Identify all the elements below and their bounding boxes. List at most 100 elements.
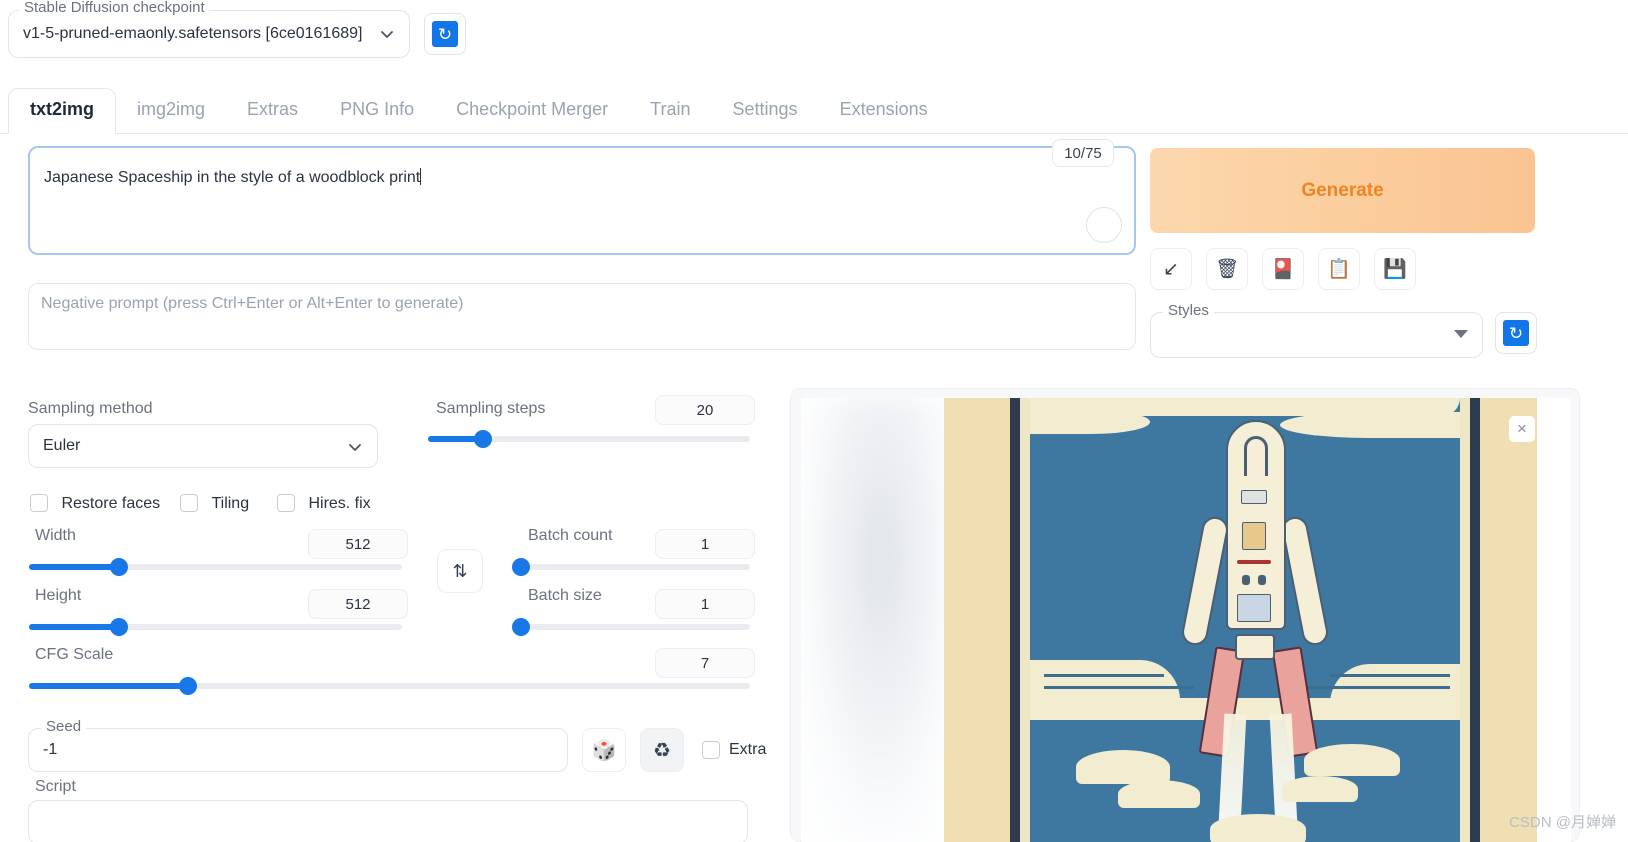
token-counter: 10/75 bbox=[1052, 139, 1114, 167]
sampling-method-label: Sampling method bbox=[28, 400, 153, 417]
height-label: Height bbox=[35, 587, 82, 604]
slider-knob[interactable] bbox=[512, 558, 530, 576]
tab-extras[interactable]: Extras bbox=[226, 89, 319, 133]
refresh-icon: ↻ bbox=[1503, 320, 1529, 346]
script-dropdown[interactable] bbox=[28, 800, 748, 842]
sampling-method-dropdown[interactable]: Euler bbox=[28, 424, 378, 468]
tab-settings[interactable]: Settings bbox=[712, 89, 819, 133]
rocket-panel bbox=[1241, 490, 1267, 504]
save-style-button[interactable]: 💾 bbox=[1374, 248, 1416, 290]
prompt-text: Japanese Spaceship in the style of a woo… bbox=[44, 168, 422, 186]
paste-clipboard-button[interactable]: 📋 bbox=[1318, 248, 1360, 290]
rocket-stripe bbox=[1237, 560, 1271, 564]
seed-row: Seed -1 🎲 ♻ Extra bbox=[28, 718, 766, 772]
refresh-icon: ↻ bbox=[432, 21, 458, 47]
close-image-button[interactable]: × bbox=[1509, 416, 1535, 442]
rocket-window bbox=[1258, 575, 1266, 585]
batch-count-slider[interactable] bbox=[512, 558, 750, 576]
cfg-scale-slider[interactable] bbox=[29, 677, 750, 695]
checkbox-box[interactable] bbox=[277, 494, 295, 512]
tab-txt2img[interactable]: txt2img bbox=[8, 88, 117, 134]
batch-size-slider[interactable] bbox=[512, 618, 750, 636]
slider-knob[interactable] bbox=[109, 558, 128, 576]
clear-prompt-button[interactable]: 🗑 bbox=[1206, 248, 1248, 290]
tab-extensions[interactable]: Extensions bbox=[819, 89, 949, 133]
sampling-steps-slider[interactable] bbox=[428, 430, 750, 448]
rocket-window bbox=[1242, 575, 1250, 585]
slider-knob[interactable] bbox=[178, 677, 197, 695]
generation-settings: Sampling method Euler Sampling steps 20 … bbox=[0, 380, 780, 842]
cfg-scale-label: CFG Scale bbox=[35, 646, 114, 663]
extra-seed-checkbox[interactable]: Extra bbox=[702, 728, 766, 772]
tab-img2img[interactable]: img2img bbox=[116, 89, 226, 133]
checkbox-box[interactable] bbox=[180, 494, 198, 512]
random-seed-button[interactable]: 🎲 bbox=[582, 728, 626, 772]
rocket-wing-left bbox=[1179, 514, 1231, 648]
prompt-tool-buttons: ↙ 🗑 🎴 📋 💾 bbox=[1150, 248, 1416, 290]
result-image-container[interactable]: × bbox=[801, 398, 1571, 842]
text-caret bbox=[420, 168, 422, 185]
horizon-line bbox=[1044, 674, 1164, 677]
slider-knob[interactable] bbox=[109, 618, 128, 636]
image-dark-border bbox=[1010, 398, 1480, 842]
generated-image[interactable] bbox=[944, 398, 1537, 842]
batch-count-label: Batch count bbox=[528, 527, 613, 544]
checkbox-box[interactable] bbox=[702, 741, 720, 759]
generate-button[interactable]: Generate bbox=[1150, 148, 1535, 233]
extra-label: Extra bbox=[729, 741, 767, 758]
image-sky bbox=[1030, 398, 1460, 842]
width-label: Width bbox=[35, 527, 76, 544]
tab-train[interactable]: Train bbox=[629, 89, 711, 133]
width-value[interactable]: 512 bbox=[308, 529, 408, 559]
sampling-steps-value[interactable]: 20 bbox=[655, 395, 755, 425]
slider-knob[interactable] bbox=[473, 430, 492, 448]
negative-prompt-input[interactable]: Negative prompt (press Ctrl+Enter or Alt… bbox=[28, 283, 1136, 350]
tab-png-info[interactable]: PNG Info bbox=[319, 89, 435, 133]
prompt-input[interactable]: Japanese Spaceship in the style of a woo… bbox=[28, 146, 1136, 255]
batch-size-value[interactable]: 1 bbox=[655, 589, 755, 619]
swap-dimensions-button[interactable]: ⇅ bbox=[437, 549, 483, 593]
main-tabs: txt2img img2img Extras PNG Info Checkpoi… bbox=[0, 82, 1628, 134]
restore-faces-checkbox[interactable]: Restore faces bbox=[30, 494, 160, 513]
slider-knob[interactable] bbox=[512, 618, 530, 636]
slider-fill bbox=[29, 624, 119, 630]
seed-input[interactable]: Seed -1 bbox=[28, 718, 568, 772]
swap-vertical-icon: ⇅ bbox=[452, 560, 468, 581]
slider-fill bbox=[29, 564, 119, 570]
rocket-panel bbox=[1242, 522, 1266, 550]
batch-count-value[interactable]: 1 bbox=[655, 529, 755, 559]
height-slider[interactable] bbox=[29, 618, 402, 636]
restore-progress-icon: ↙ bbox=[1163, 258, 1179, 280]
tab-checkpoint-merger[interactable]: Checkpoint Merger bbox=[435, 89, 629, 133]
bottom-cloud bbox=[1118, 780, 1200, 808]
hires-fix-checkbox[interactable]: Hires. fix bbox=[277, 494, 371, 513]
rocket-nose-arc bbox=[1244, 436, 1268, 476]
height-value[interactable]: 512 bbox=[308, 589, 408, 619]
cfg-scale-value[interactable]: 7 bbox=[655, 648, 755, 678]
refresh-checkpoint-button[interactable]: ↻ bbox=[424, 13, 466, 55]
restore-faces-label: Restore faces bbox=[61, 495, 161, 512]
width-slider[interactable] bbox=[29, 558, 402, 576]
bottom-cloud bbox=[1304, 744, 1400, 776]
dice-icon: 🎲 bbox=[591, 739, 617, 762]
checkpoint-label: Stable Diffusion checkpoint bbox=[19, 0, 210, 16]
refresh-styles-button[interactable]: ↻ bbox=[1495, 312, 1537, 354]
styles-dropdown[interactable]: Styles bbox=[1150, 302, 1483, 358]
cloud-band bbox=[1280, 412, 1460, 438]
batch-size-label: Batch size bbox=[528, 587, 602, 604]
tiling-label: Tiling bbox=[211, 495, 250, 512]
rocket-wing-right bbox=[1279, 514, 1331, 648]
restore-progress-button[interactable]: ↙ bbox=[1150, 248, 1192, 290]
seed-label: Seed bbox=[41, 718, 87, 735]
chevron-down-icon bbox=[347, 439, 363, 455]
rocket-engine bbox=[1235, 634, 1275, 660]
paste-clipboard-icon: 📋 bbox=[1327, 258, 1351, 280]
apply-style-button[interactable]: 🎴 bbox=[1262, 248, 1304, 290]
watermark: CSDN @月婵婵 bbox=[1509, 814, 1616, 831]
bottom-cloud bbox=[1282, 776, 1358, 802]
tiling-checkbox[interactable]: Tiling bbox=[180, 494, 249, 513]
checkpoint-dropdown[interactable]: Stable Diffusion checkpoint v1-5-pruned-… bbox=[8, 0, 410, 58]
checkbox-box[interactable] bbox=[30, 494, 48, 512]
rocket-panel bbox=[1237, 594, 1271, 622]
reuse-seed-button[interactable]: ♻ bbox=[640, 728, 684, 772]
